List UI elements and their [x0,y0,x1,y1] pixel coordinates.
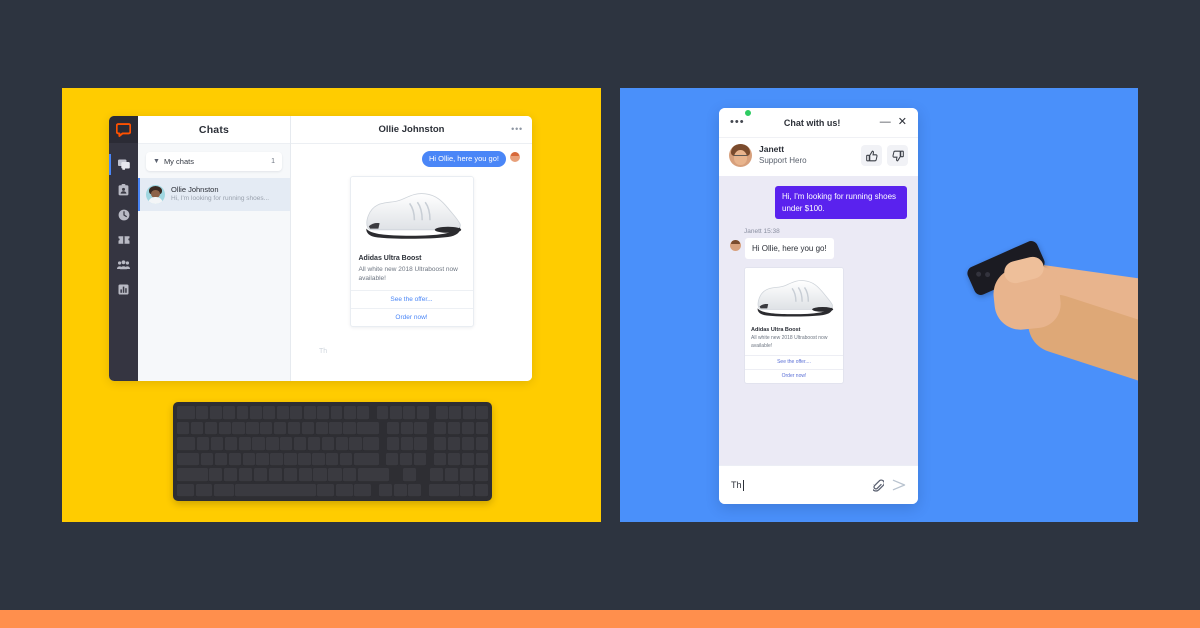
sidebar-item-team[interactable] [109,252,138,277]
see-offer-button[interactable]: See the offer.... [745,354,843,369]
list-item-snippet: Hi, I'm looking for running shoes... [171,195,270,203]
avatar [729,144,752,167]
widget-title: Chat with us! [783,117,841,128]
send-icon[interactable] [892,479,906,491]
chats-title: Chats [198,123,230,136]
see-offer-button[interactable]: See the offer... [350,290,473,308]
product-info: Adidas Ultra Boost All white new 2018 Ul… [745,323,843,355]
thumbs-down-icon[interactable] [887,145,908,166]
product-info: Adidas Ultra Boost All white new 2018 Ul… [351,249,473,290]
product-description: All white new 2018 Ultraboost now availa… [358,266,458,283]
sidebar-item-history[interactable] [109,202,138,227]
avatar [730,240,741,252]
my-chats-count: 1 [271,158,275,165]
chats-column-header: Chats [138,116,290,144]
page-title: Ollie Johnston [378,124,445,135]
agent-name: Janett [759,144,785,155]
product-card: Adidas Ultra Boost All white new 2018 Ul… [744,267,844,384]
sidebar-item-archives[interactable] [109,177,138,202]
conversation-body: Hi Ollie, here you go! Adidas Ultra Boos… [291,144,532,381]
product-card: Adidas Ultra Boost All white new 2018 Ul… [349,176,474,328]
list-item-name: Ollie Johnston [171,185,219,195]
agent-message-bubble: Hi Ollie, here you go! [421,151,506,168]
paperclip-icon[interactable] [873,478,884,492]
typing-draft-text: Th [319,348,328,355]
message-timestamp: Janett 15:38 [744,228,780,236]
conversation-column: Ollie Johnston ••• Hi Ollie, here you go… [291,116,532,381]
product-title: Adidas Ultra Boost [751,327,801,334]
composite-stage: Chats ▼ My chats 1 Ollie Johnston Hi, I'… [0,0,1200,628]
my-chats-group[interactable]: ▼ My chats 1 [146,152,282,171]
livechat-logo-icon[interactable] [109,116,138,143]
more-options-icon[interactable]: ••• [511,125,523,134]
visitor-message-bubble: Hi, I'm looking for running shoes under … [775,186,907,220]
message-row: Hi Ollie, here you go! [730,238,907,260]
message-row: Hi, I'm looking for running shoes under … [730,186,907,220]
magic-keyboard [173,402,492,501]
bottom-accent-stripe [0,610,1200,628]
text-caret [742,479,744,491]
left-yellow-panel: Chats ▼ My chats 1 Ollie Johnston Hi, I'… [62,88,601,522]
sidebar-item-reports[interactable] [109,277,138,302]
chevron-down-icon: ▼ [153,158,160,165]
order-now-button[interactable]: Order now! [745,368,843,383]
avatar [146,185,165,204]
agent-message-bubble: Hi Ollie, here you go! [745,238,834,260]
product-description: All white new 2018 Ultraboost now availa… [751,335,828,349]
agent-role: Support Hero [759,155,807,165]
message-row: Hi Ollie, here you go! [303,151,520,168]
minimize-icon[interactable]: — [880,117,891,128]
right-blue-panel: ••• Chat with us! — ✕ Janett Support Her… [620,88,1138,522]
status-badge [744,109,752,117]
widget-message-list: Hi, I'm looking for running shoes under … [719,176,918,465]
conversation-header: Ollie Johnston ••• [291,116,532,144]
sidebar-item-chats[interactable] [109,152,138,177]
avatar [510,152,520,162]
desktop-app-window: Chats ▼ My chats 1 Ollie Johnston Hi, I'… [109,116,532,381]
close-icon[interactable]: ✕ [898,117,907,128]
agent-meta: Janett Support Hero [759,144,856,166]
sidebar-item-tickets[interactable] [109,227,138,252]
product-image [350,177,473,250]
list-item[interactable]: Ollie Johnston Hi, I'm looking for runni… [138,178,290,211]
widget-composer: Th [719,465,918,504]
thumbs-up-icon[interactable] [861,145,882,166]
message-input[interactable]: Th [731,479,873,491]
product-image [745,268,843,324]
widget-menu-icon[interactable]: ••• [730,117,745,128]
product-title: Adidas Ultra Boost [358,255,422,263]
widget-agent-bar: Janett Support Hero [719,109,918,176]
sidebar-item-list [109,143,138,302]
app-sidebar [109,116,138,381]
order-now-button[interactable]: Order now! [350,308,473,326]
message-input-value: Th [731,480,742,490]
chats-column: Chats ▼ My chats 1 Ollie Johnston Hi, I'… [138,116,291,381]
mobile-chat-widget: ••• Chat with us! — ✕ Janett Support Her… [719,108,918,504]
my-chats-label: My chats [163,157,194,166]
hand-holding-smartphone-photo [956,238,1138,443]
